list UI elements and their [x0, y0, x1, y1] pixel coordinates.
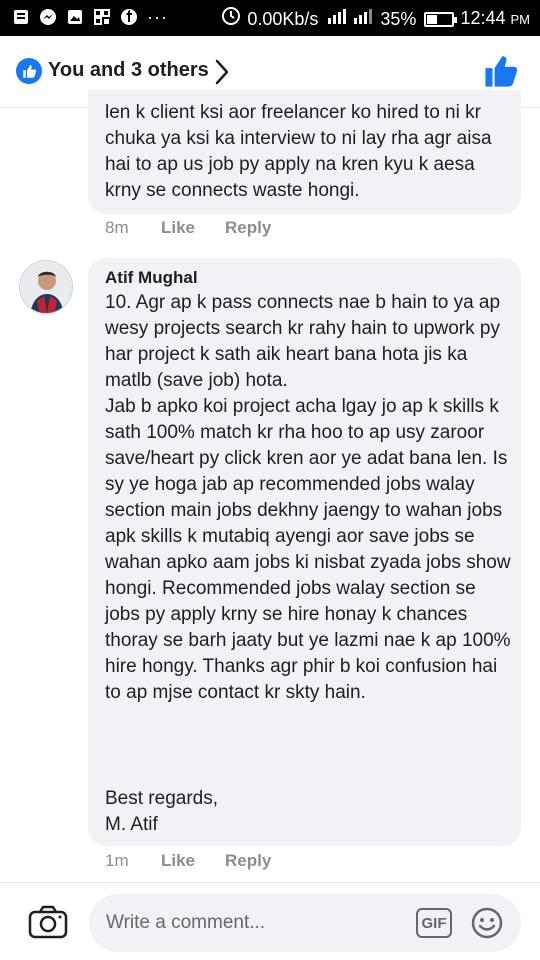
like-thumb-icon[interactable] [484, 54, 518, 93]
comment-signature: Best regards, M. Atif [105, 788, 218, 835]
reply-button[interactable]: Reply [225, 218, 289, 238]
reply-button[interactable]: Reply [225, 851, 289, 871]
comment-actions: 8m Like Reply [105, 218, 289, 238]
battery-level [427, 14, 437, 24]
image-icon [66, 8, 84, 26]
chevron-right-icon[interactable] [214, 58, 230, 91]
comment-author[interactable]: Atif Mughal [105, 268, 198, 288]
status-bar: ··· 0.00Kb/s 35% 12:44 PM [0, 0, 540, 36]
messenger-icon [39, 8, 57, 26]
emoji-icon[interactable] [470, 906, 504, 945]
gif-button[interactable]: GIF [416, 908, 452, 938]
notification-icon [12, 8, 30, 26]
battery-icon [424, 11, 458, 27]
comment-bubble[interactable]: len k client ksi aor freelancer ko hired… [88, 90, 521, 214]
like-button[interactable]: Like [161, 851, 225, 871]
network-speed: 0.00Kb/s [247, 9, 319, 29]
clock: 12:44 PM [460, 8, 530, 28]
comment-input-placeholder: Write a comment... [106, 912, 266, 933]
like-button[interactable]: Like [161, 218, 225, 238]
more-dots-icon: ··· [147, 7, 168, 27]
comment-input[interactable]: Write a comment... GIF [89, 894, 521, 952]
like-reaction-icon [16, 58, 42, 84]
signal-icon [324, 6, 374, 32]
status-bar-right: 0.00Kb/s 35% 12:44 PM [221, 6, 530, 32]
battery-percent: 35% [380, 9, 417, 29]
comment-composer: Write a comment... GIF [0, 882, 540, 960]
camera-icon[interactable] [28, 905, 68, 944]
qr-icon [93, 8, 111, 26]
data-saver-icon [221, 6, 241, 32]
comment-bubble[interactable]: Atif Mughal 10. Agr ap k pass connects n… [88, 258, 521, 846]
reaction-summary[interactable]: You and 3 others [48, 59, 209, 82]
comment-time: 8m [105, 218, 129, 237]
facebook-icon [120, 8, 138, 26]
comment-text: 10. Agr ap k pass connects nae b hain to… [105, 292, 511, 703]
comment-text: len k client ksi aor freelancer ko hired… [105, 102, 492, 201]
comment-time: 1m [105, 851, 129, 870]
avatar[interactable] [19, 260, 73, 314]
comment-actions: 1m Like Reply [105, 851, 289, 871]
status-bar-left: ··· [12, 8, 168, 26]
